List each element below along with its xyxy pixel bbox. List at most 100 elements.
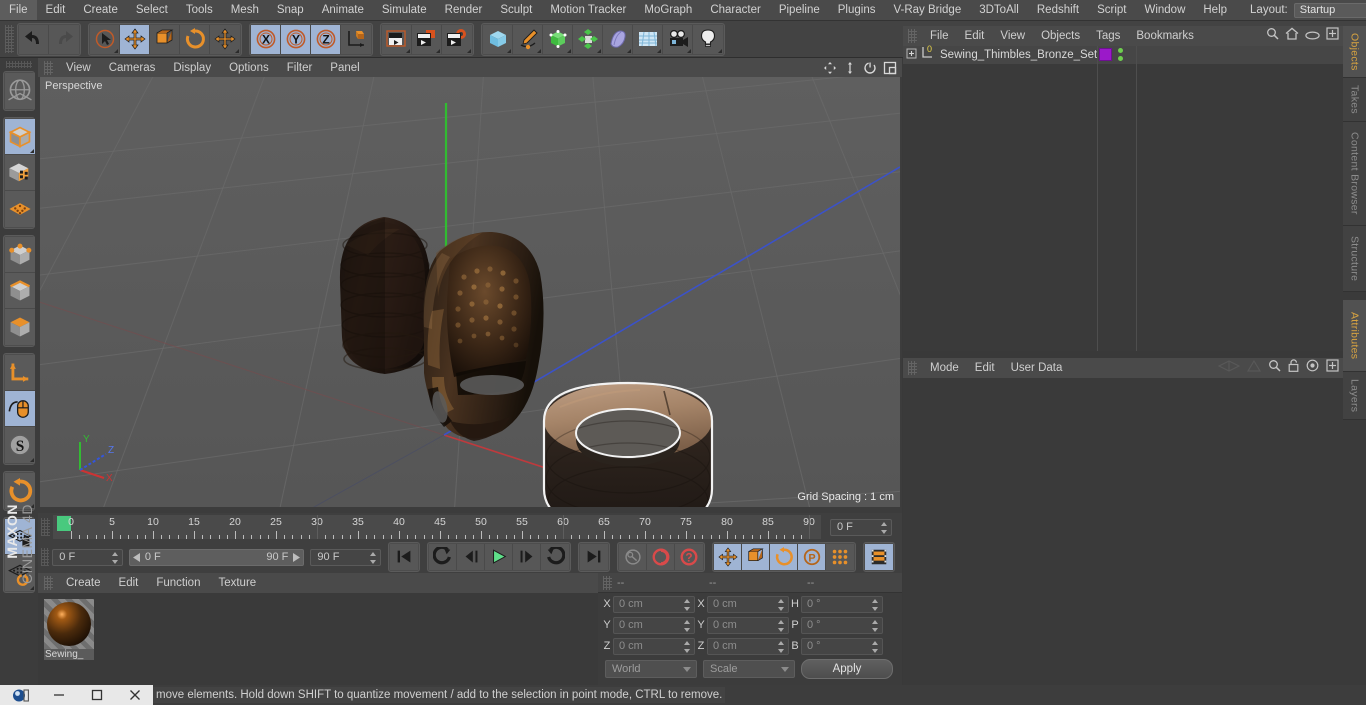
menu-item-help[interactable]: Help (1194, 0, 1236, 20)
spinner-icon[interactable] (881, 521, 888, 534)
toolbar-grip[interactable] (5, 25, 14, 53)
material-menu-item-function[interactable]: Function (147, 574, 209, 592)
object-menu-item-edit[interactable]: Edit (957, 27, 993, 45)
apply-button[interactable]: Apply (801, 659, 893, 679)
material-swatch[interactable] (44, 599, 94, 649)
space-dropdown[interactable]: World (605, 660, 697, 678)
current-frame-field[interactable]: 0 F (830, 518, 892, 536)
material-manager-grip[interactable] (44, 576, 53, 590)
material-menu-item-texture[interactable]: Texture (209, 574, 265, 592)
menu-item-character[interactable]: Character (701, 0, 770, 20)
popup-corner-icon[interactable] (507, 48, 511, 53)
viewport-globe-icon[interactable] (5, 73, 35, 109)
popup-corner-icon[interactable] (406, 48, 410, 53)
spinner-icon[interactable] (872, 598, 879, 611)
viewport-grip[interactable] (44, 60, 53, 75)
search-icon[interactable] (1268, 359, 1281, 377)
spinner-icon[interactable] (778, 598, 785, 611)
new-window-icon[interactable] (1326, 359, 1339, 377)
timeline-ruler[interactable]: 051015202530354045505560657075808590 (53, 515, 821, 539)
popup-corner-icon[interactable] (567, 48, 571, 53)
size-field-Y[interactable]: 0 cm (707, 616, 789, 634)
material-tag-icon[interactable] (1099, 48, 1112, 61)
object-row[interactable]: 0 Sewing_Thimbles_Bronze_Set (903, 44, 1343, 65)
spinner-icon[interactable] (684, 640, 691, 653)
expand-toggle-icon[interactable] (906, 46, 917, 64)
attribute-manager-body[interactable] (903, 378, 1343, 685)
menu-item-edit[interactable]: Edit (37, 0, 75, 20)
attribute-menu-item-edit[interactable]: Edit (967, 359, 1003, 377)
popup-corner-icon[interactable] (537, 48, 541, 53)
snap-s-icon[interactable]: S (5, 427, 35, 463)
popup-corner-icon[interactable] (657, 48, 661, 53)
orbit-icon[interactable] (862, 60, 878, 76)
rotation-field-H[interactable]: 0 ° (801, 595, 883, 613)
viewport-solo-mouse-icon[interactable] (5, 391, 35, 427)
attribute-menu-item-mode[interactable]: Mode (922, 359, 967, 377)
redo-icon[interactable] (49, 24, 79, 54)
popup-corner-icon[interactable] (30, 149, 34, 153)
menu-item-redshift[interactable]: Redshift (1028, 0, 1088, 20)
popup-corner-icon[interactable] (687, 48, 691, 53)
eye-icon[interactable] (1305, 27, 1320, 45)
timeline-grip[interactable] (41, 518, 50, 536)
window-maximize-icon[interactable] (78, 685, 116, 705)
spinner-icon[interactable] (684, 619, 691, 632)
vertical-tab-structure[interactable]: Structure (1343, 226, 1366, 292)
autokey-icon[interactable] (647, 544, 675, 570)
search-icon[interactable] (1266, 27, 1279, 45)
menu-item-snap[interactable]: Snap (268, 0, 313, 20)
target-icon[interactable] (1306, 359, 1319, 377)
menu-item-pipeline[interactable]: Pipeline (770, 0, 829, 20)
object-menu-item-tags[interactable]: Tags (1088, 27, 1128, 45)
attribute-menu-item-user-data[interactable]: User Data (1003, 359, 1071, 377)
x-axis-icon[interactable]: X (251, 24, 281, 54)
preview-range-bar[interactable]: 0 F 90 F (128, 548, 305, 566)
step-back-icon[interactable] (457, 544, 485, 570)
world-axis-icon[interactable] (341, 24, 371, 54)
menu-item-simulate[interactable]: Simulate (373, 0, 436, 20)
deformer-icon[interactable] (603, 24, 633, 54)
go-to-start-icon[interactable] (390, 544, 418, 570)
menu-item-motion-tracker[interactable]: Motion Tracker (541, 0, 635, 20)
vertical-tab-attributes[interactable]: Attributes (1343, 300, 1366, 372)
menu-item-window[interactable]: Window (1135, 0, 1194, 20)
undo-icon[interactable] (19, 24, 49, 54)
record-key-icon[interactable] (619, 544, 647, 570)
menu-item-tools[interactable]: Tools (177, 0, 222, 20)
step-forward-icon[interactable] (513, 544, 541, 570)
object-menu-item-bookmarks[interactable]: Bookmarks (1128, 27, 1202, 45)
menu-item-animate[interactable]: Animate (313, 0, 373, 20)
spinner-icon[interactable] (778, 619, 785, 632)
vertical-tab-takes[interactable]: Takes (1343, 78, 1366, 122)
pan-icon[interactable] (822, 60, 838, 76)
key-position-icon[interactable] (714, 544, 742, 570)
rotation-field-B[interactable]: 0 ° (801, 637, 883, 655)
render-settings-icon[interactable] (442, 24, 472, 54)
key-param-icon[interactable]: P (798, 544, 826, 570)
render-view-icon[interactable] (382, 24, 412, 54)
home-icon[interactable] (1285, 27, 1299, 45)
object-menu-item-file[interactable]: File (922, 27, 957, 45)
previous-key-icon[interactable] (429, 544, 457, 570)
light-icon[interactable] (693, 24, 723, 54)
editable-object-icon[interactable] (5, 119, 35, 155)
generator-icon[interactable] (543, 24, 573, 54)
popup-corner-icon[interactable] (627, 48, 631, 53)
timeline-toggle-icon[interactable] (865, 544, 893, 570)
viewport-menu-item-filter[interactable]: Filter (278, 59, 322, 77)
maximize-icon[interactable] (882, 60, 898, 76)
menu-item-mograph[interactable]: MoGraph (635, 0, 701, 20)
material-item[interactable]: Sewing_ (44, 599, 94, 660)
scale-icon[interactable] (150, 24, 180, 54)
visibility-dots-icon[interactable] (1118, 48, 1123, 61)
window-close-icon[interactable] (116, 685, 153, 705)
transport-grip[interactable] (41, 548, 50, 566)
object-manager-body[interactable]: 0 Sewing_Thimbles_Bronze_Set (903, 44, 1343, 351)
menu-item-select[interactable]: Select (127, 0, 177, 20)
environment-icon[interactable] (633, 24, 663, 54)
play-icon[interactable] (485, 544, 513, 570)
vertical-tab-objects[interactable]: Objects (1343, 26, 1366, 78)
popup-corner-icon[interactable] (436, 48, 440, 53)
z-axis-icon[interactable]: Z (311, 24, 341, 54)
